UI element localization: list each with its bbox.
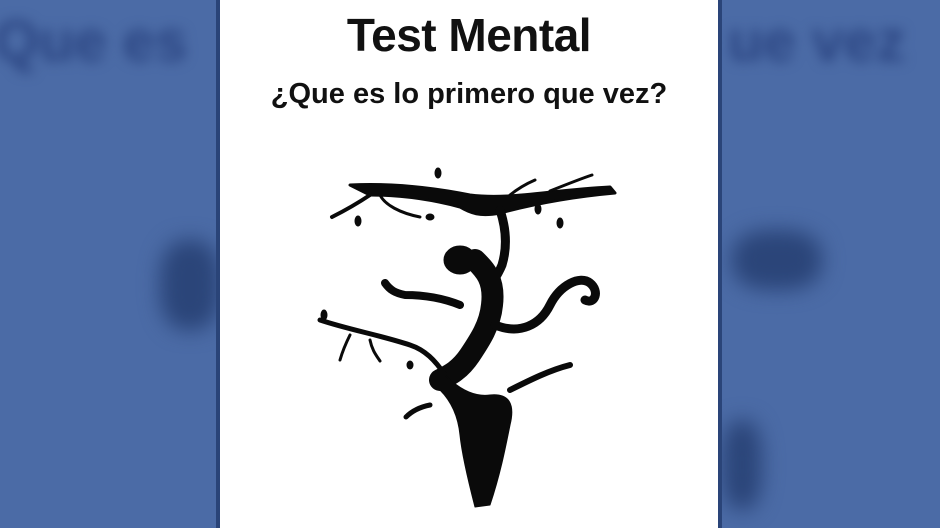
page-title: Test Mental (346, 9, 592, 61)
blurred-shape (722, 420, 762, 510)
blurred-shape (732, 230, 822, 290)
tree-monkey-silhouette-icon (317, 167, 617, 508)
card-edge-right (718, 0, 722, 528)
quiz-card: Test Mental ¿Que es lo primero que vez? (220, 0, 718, 528)
blurred-caption-left: Que es (0, 9, 188, 74)
question-text: ¿Que es lo primero que vez? (270, 78, 668, 110)
blurred-background-left: Que es (0, 0, 216, 528)
blurred-caption-right: ue vez (728, 9, 906, 74)
blurred-background-right: ue vez (722, 0, 940, 528)
blurred-shape (160, 240, 216, 330)
